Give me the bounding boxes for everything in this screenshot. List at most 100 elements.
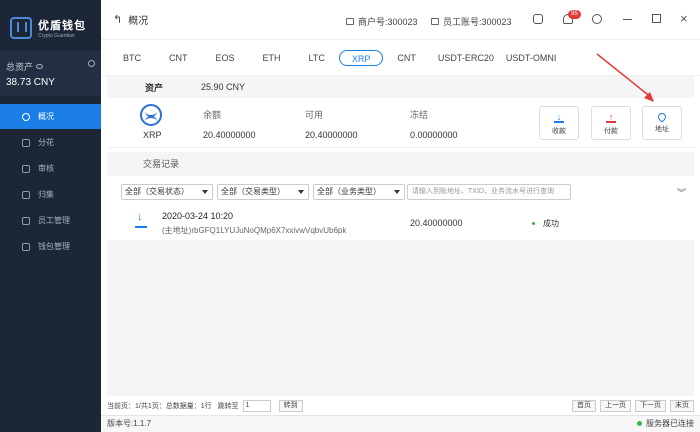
total-assets-label: 总资产 — [6, 62, 34, 72]
main-panel: ↰ 概况 商户号:300023 员工账号:300023 95 × BTC CNT… — [101, 0, 700, 432]
annotation-arrow — [596, 53, 654, 102]
prev-page-button[interactable]: 上一页 — [600, 399, 631, 412]
sidebar-item-label: 钱包管理 — [38, 242, 70, 251]
transactions-title: 交易记录 — [107, 152, 694, 176]
balance-label: 余额 — [203, 110, 222, 120]
last-page-button[interactable]: 末页 — [670, 399, 694, 412]
gear-icon[interactable] — [592, 14, 602, 24]
version-text: 版本号:1.1.7 — [107, 419, 152, 428]
sidebar-item-staff[interactable]: 员工管理 — [0, 208, 101, 233]
tab-eos[interactable]: EOS — [202, 50, 249, 66]
lock-icon[interactable] — [533, 14, 543, 24]
total-assets-value: 38.73 CNY — [6, 77, 55, 88]
address-label: 地址 — [655, 126, 669, 133]
sidebar-item-review[interactable]: 审核 — [0, 156, 101, 181]
sidebar-item-distribution[interactable]: 分花 — [0, 130, 101, 155]
staff-account-text: 员工账号:300023 — [443, 17, 512, 27]
sidebar-nav: 概况 分花 审核 归集 员工管理 钱包管理 — [0, 104, 101, 259]
next-page-button[interactable]: 下一页 — [635, 399, 666, 412]
download-icon: ↓ — [554, 113, 564, 123]
staff-account: 员工账号:300023 — [431, 15, 512, 28]
sidebar-item-overview[interactable]: 概况 — [0, 104, 101, 129]
review-icon — [22, 164, 30, 173]
tab-cnt[interactable]: CNT — [155, 50, 202, 66]
store-icon — [346, 18, 354, 25]
first-page-button[interactable]: 首页 — [572, 399, 596, 412]
tx-address: (主地址)rbGFQ1LYUJuNoQMp6X7xxivwVqbvUb6pk — [162, 226, 347, 235]
tab-btc[interactable]: BTC — [109, 50, 155, 66]
settings-small-icon[interactable] — [88, 60, 95, 67]
tab-eth[interactable]: ETH — [249, 50, 295, 66]
sidebar-item-collection[interactable]: 归集 — [0, 182, 101, 207]
app-subtitle: Crypto Guardian — [38, 33, 75, 39]
user-icon — [22, 216, 30, 225]
app-logo: 优盾钱包 Crypto Guardian — [0, 0, 101, 44]
sidebar-item-label: 分花 — [38, 138, 54, 147]
status-filter-select[interactable]: 全部（交易状态） — [121, 184, 213, 200]
jump-label: 跳转至 — [217, 402, 239, 410]
app-name: 优盾钱包 — [38, 20, 86, 32]
collection-icon — [22, 190, 30, 199]
frozen-value: 0.00000000 — [410, 130, 458, 140]
search-input[interactable]: 请输入到账地址、TXID、业务流水号进行查询 — [407, 184, 571, 200]
close-icon[interactable]: × — [680, 11, 688, 26]
sidebar-item-label: 员工管理 — [38, 216, 70, 225]
tx-date: 2020-03-24 10:20 — [162, 211, 234, 221]
available-label: 可用 — [305, 110, 324, 120]
balance-value: 20.40000000 — [203, 130, 256, 140]
frozen-label: 冻结 — [410, 110, 429, 120]
business-filter-select[interactable]: 全部（业务类型） — [313, 184, 405, 200]
tab-xrp[interactable]: XRP — [338, 49, 384, 66]
tab-ltc[interactable]: LTC — [295, 50, 339, 66]
upload-icon: ↑ — [606, 113, 616, 123]
notification-badge: 95 — [568, 10, 581, 19]
page-summary: 当前页：1/共1页：总数据量：1行 — [107, 402, 212, 410]
connection-status: 服务器已连接 — [637, 416, 694, 432]
pagination: 当前页：1/共1页：总数据量：1行 跳转至 1 转到 首页 上一页 下一页 末页 — [107, 398, 694, 413]
top-bar: ↰ 概况 商户号:300023 员工账号:300023 95 × — [101, 0, 700, 40]
pay-label: 付款 — [604, 128, 618, 135]
tab-usdt-omni[interactable]: USDT-OMNI — [502, 50, 561, 66]
transaction-filters: 全部（交易状态） 全部（交易类型） 全部（业务类型） 请输入到账地址、TXID、… — [107, 180, 694, 204]
wallet-icon — [22, 242, 30, 251]
receive-button[interactable]: ↓ 收款 — [539, 106, 579, 140]
xrp-icon — [140, 104, 162, 126]
eye-icon[interactable] — [36, 64, 44, 69]
pay-button[interactable]: ↑ 付款 — [591, 106, 631, 140]
page-title: 概况 — [128, 16, 149, 27]
minimize-icon[interactable] — [623, 19, 632, 20]
status-bar: 版本号:1.1.7 服务器已连接 — [101, 415, 700, 432]
tab-cnt-2[interactable]: CNT — [383, 50, 430, 66]
back-arrow-icon[interactable]: ↰ — [113, 13, 122, 26]
page-jump-input[interactable]: 1 — [242, 399, 271, 412]
merchant-id: 商户号:300023 — [346, 15, 418, 28]
asset-label: 资产 — [144, 82, 163, 93]
total-assets-panel: 总资产 38.73 CNY — [0, 50, 101, 96]
incoming-icon — [135, 211, 147, 228]
sidebar-item-wallets[interactable]: 钱包管理 — [0, 234, 101, 259]
address-button[interactable]: 地址 — [642, 106, 682, 140]
sidebar: 优盾钱包 Crypto Guardian 总资产 38.73 CNY 概况 分花… — [0, 0, 101, 432]
type-filter-select[interactable]: 全部（交易类型） — [217, 184, 309, 200]
sidebar-item-label: 概况 — [38, 112, 54, 121]
tx-amount: 20.40000000 — [410, 218, 463, 228]
coin-summary: XRP 余额 20.40000000 可用 20.40000000 冻结 0.0… — [107, 53, 694, 148]
tx-status: 成功 — [532, 218, 559, 229]
receive-label: 收款 — [552, 128, 566, 135]
asset-value: 25.90 CNY — [201, 82, 246, 92]
logo-icon — [10, 17, 32, 39]
location-pin-icon — [656, 111, 668, 123]
sidebar-item-label: 归集 — [38, 190, 54, 199]
collapse-chevron-icon[interactable]: ︾ — [677, 186, 686, 199]
tab-usdt-erc20[interactable]: USDT-ERC20 — [430, 50, 502, 66]
table-row[interactable]: 2020-03-24 10:20 (主地址)rbGFQ1LYUJuNoQMp6X… — [107, 206, 694, 240]
sidebar-item-label: 审核 — [38, 164, 54, 173]
distribution-icon — [22, 138, 30, 147]
overview-icon — [22, 112, 30, 121]
goto-button[interactable]: 转到 — [278, 399, 303, 412]
id-card-icon — [431, 18, 439, 25]
merchant-id-text: 商户号:300023 — [358, 17, 418, 27]
available-value: 20.40000000 — [305, 130, 358, 140]
transaction-list: 2020-03-24 10:20 (主地址)rbGFQ1LYUJuNoQMp6X… — [107, 206, 694, 396]
maximize-icon[interactable] — [652, 14, 661, 23]
